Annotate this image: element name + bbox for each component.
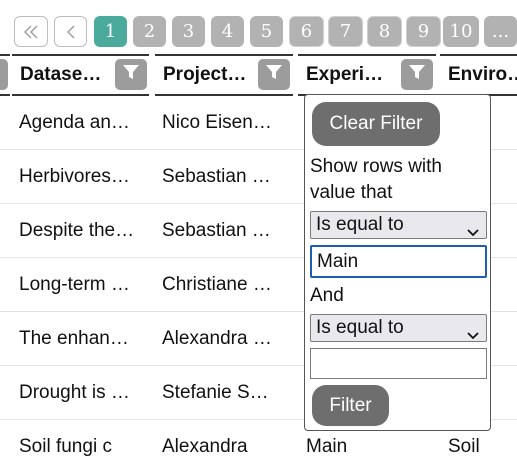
cell-dataset: Soil fungi c [19,435,112,457]
header-label: Experi… [306,64,384,85]
header-environment[interactable]: Enviro… [440,54,517,96]
cell-dataset: The enhan… [19,327,129,349]
column-filter-popup: Clear Filter Show rows with value that I… [304,94,491,431]
header-label: Project… [163,64,247,85]
cell-project: Christiane … [162,273,272,295]
cell-dataset: Long-term … [19,273,130,295]
operator-select-1[interactable]: Is equal to [310,211,487,239]
filter-button[interactable] [0,59,8,90]
and-label: And [310,285,344,306]
header-experiment[interactable]: Experi… [298,54,436,96]
cell-project: Sebastian … [162,165,271,187]
cell-dataset: Despite the… [19,219,135,241]
filter-value-input-1[interactable]: Main [310,245,487,278]
clear-filter-button[interactable]: Clear Filter [312,102,440,146]
filter-value-1: Main [317,250,359,272]
chevron-down-icon [467,324,479,346]
cell-project: Sebastian … [162,219,271,241]
cell-project: Stefanie S… [162,381,269,403]
dataset-filter-button[interactable] [115,59,147,90]
experiment-filter-button[interactable] [401,59,433,90]
funnel-icon [265,63,283,87]
header-cell-left-edge [0,54,10,96]
header-dataset[interactable]: Datase… [12,54,149,96]
header-label: Enviro… [448,64,517,85]
cell-dataset: Herbivores… [19,165,130,187]
operator-1-value: Is equal to [316,214,404,235]
filter-description: Show rows with value that [310,156,442,203]
filter-value-input-2[interactable] [310,348,487,379]
cell-project: Nico Eisen… [162,111,272,133]
clear-filter-label: Clear Filter [329,113,423,134]
funnel-icon [408,63,426,87]
filter-button[interactable]: Filter [312,385,389,426]
funnel-icon [122,63,140,87]
cell-project: Alexandra [162,435,248,457]
header-label: Datase… [20,64,102,85]
header-project[interactable]: Project… [155,54,293,96]
chevron-down-icon [467,221,479,243]
filter-button-label: Filter [329,394,372,416]
project-filter-button[interactable] [258,59,290,90]
cell-project: Alexandra … [162,327,272,349]
cell-dataset: Agenda an… [19,111,130,133]
operator-2-value: Is equal to [316,317,404,338]
cell-dataset: Drought is … [19,381,130,403]
operator-select-2[interactable]: Is equal to [310,314,487,342]
